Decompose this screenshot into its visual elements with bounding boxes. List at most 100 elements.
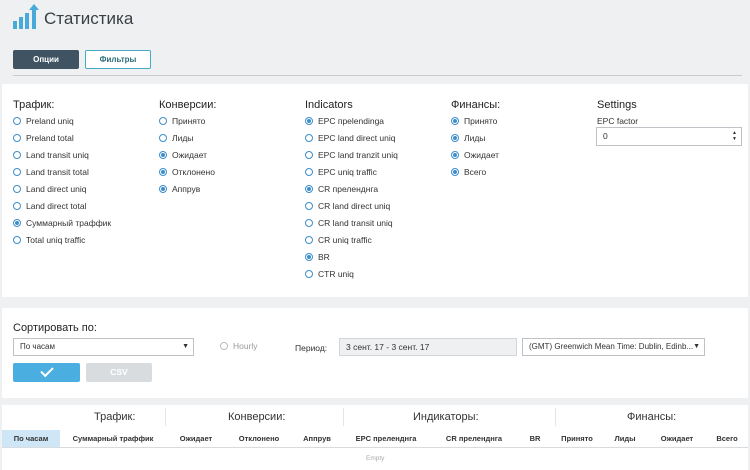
radio-icon: [305, 134, 313, 142]
conversions-option-label: Аппрув: [172, 184, 201, 194]
indicators-option-label: EPC преlendinga: [318, 116, 385, 126]
indicators-option[interactable]: CR land direct uniq: [305, 200, 398, 217]
column-header-total-traffic[interactable]: Суммарный траффик: [64, 430, 162, 447]
indicators-option[interactable]: CR uniq traffic: [305, 234, 398, 251]
group-separator: [555, 408, 556, 426]
indicators-option[interactable]: EPC преlendinga: [305, 115, 398, 132]
filters-tab-button[interactable]: Фильтры: [85, 50, 151, 69]
csv-button[interactable]: CSV: [86, 363, 152, 382]
traffic-option[interactable]: Preland total: [13, 132, 111, 149]
finances-option-label: Всего: [464, 167, 487, 177]
radio-icon: [13, 236, 21, 244]
conversions-option[interactable]: Принято: [159, 115, 216, 132]
radio-icon: [305, 236, 313, 244]
group-separator: [165, 408, 166, 426]
conversions-option-label: Принято: [172, 116, 206, 126]
finances-option-label: Ожидает: [464, 150, 500, 160]
hourly-radio[interactable]: Hourly: [220, 341, 258, 351]
period-input[interactable]: 3 сент. 17 - 3 сент. 17: [339, 338, 517, 356]
options-tab-button[interactable]: Опции: [13, 50, 79, 69]
finances-option[interactable]: Лиды: [451, 132, 500, 149]
traffic-option-label: Total uniq traffic: [26, 235, 86, 245]
conversions-option[interactable]: Аппрув: [159, 183, 216, 200]
radio-icon: [159, 134, 167, 142]
indicators-option-label: CR land transit uniq: [318, 218, 393, 228]
column-header-br[interactable]: BR: [521, 430, 549, 447]
table-group-conversions: Конверсии:: [228, 411, 286, 423]
sort-label: Сортировать по:: [13, 322, 97, 334]
traffic-option-label: Land direct uniq: [26, 184, 87, 194]
column-header-by-hour[interactable]: По часам: [2, 430, 60, 447]
indicators-option[interactable]: CR land transit uniq: [305, 217, 398, 234]
sort-select[interactable]: По часам ▼: [13, 338, 194, 356]
page-title: Статистика: [44, 9, 134, 28]
traffic-option[interactable]: Суммарный траффик: [13, 217, 111, 234]
caret-down-icon: ▼: [693, 343, 700, 350]
conversions-option-label: Ожидает: [172, 150, 208, 160]
indicators-group: Indicators EPC преlendinga EPC land direc…: [305, 99, 398, 285]
finances-option-label: Лиды: [464, 133, 486, 143]
traffic-option-label: Land transit total: [26, 167, 89, 177]
indicators-option[interactable]: BR: [305, 251, 398, 268]
radio-icon: [159, 117, 167, 125]
group-separator: [343, 408, 344, 426]
column-header-approve[interactable]: Аппрув: [294, 430, 340, 447]
column-header-leads[interactable]: Лиды: [603, 430, 647, 447]
apply-button[interactable]: [13, 363, 80, 382]
header: Статистика: [0, 0, 750, 40]
indicators-option-label: CR land direct uniq: [318, 201, 391, 211]
spinner-arrows-icon[interactable]: ▲ ▼: [731, 130, 738, 143]
indicators-option[interactable]: CR преленднга: [305, 183, 398, 200]
indicators-option[interactable]: CTR uniq: [305, 268, 398, 285]
radio-icon: [305, 151, 313, 159]
radio-icon: [13, 168, 21, 176]
hourly-label: Hourly: [233, 341, 258, 351]
settings-group: Settings: [597, 99, 637, 115]
traffic-option[interactable]: Total uniq traffic: [13, 234, 111, 251]
column-header-cr-preland[interactable]: CR преленднга: [431, 430, 517, 447]
epc-factor-input[interactable]: 0 ▲ ▼: [596, 127, 742, 146]
indicators-option[interactable]: EPC land direct uniq: [305, 132, 398, 149]
traffic-option-label: Land direct total: [26, 201, 87, 211]
conversions-option-label: Лиды: [172, 133, 194, 143]
radio-icon: [220, 342, 228, 350]
indicators-group-title: Indicators: [305, 99, 353, 111]
traffic-option-label: Preland uniq: [26, 116, 74, 126]
finances-option[interactable]: Всего: [451, 166, 500, 183]
timezone-select[interactable]: (GMT) Greenwich Mean Time: Dublin, Edinb…: [522, 338, 705, 356]
traffic-option[interactable]: Land direct uniq: [13, 183, 111, 200]
settings-group-title: Settings: [597, 99, 637, 111]
indicators-option[interactable]: EPC land tranzit uniq: [305, 149, 398, 166]
column-header-pending[interactable]: Ожидает: [168, 430, 224, 447]
conversions-option[interactable]: Отклонено: [159, 166, 216, 183]
table-group-finances: Финансы:: [627, 411, 677, 423]
checkmark-icon: [40, 363, 54, 378]
radio-icon: [13, 117, 21, 125]
finances-option-label: Принято: [464, 116, 498, 126]
table-header-divider: [2, 447, 748, 448]
bar-chart-up-arrow-icon: [13, 4, 39, 29]
indicators-option-label: CR преленднга: [318, 184, 379, 194]
indicators-option[interactable]: EPC uniq traffic: [305, 166, 398, 183]
column-header-rejected[interactable]: Отклонено: [228, 430, 290, 447]
period-label: Период:: [295, 343, 328, 353]
conversions-option-label: Отклонено: [172, 167, 215, 177]
traffic-option[interactable]: Preland uniq: [13, 115, 111, 132]
radio-checked-icon: [305, 185, 313, 193]
column-header-epc-preland[interactable]: EPC преленднга: [345, 430, 427, 447]
traffic-option-label: Preland total: [26, 133, 74, 143]
column-header-accepted[interactable]: Принято: [555, 430, 599, 447]
column-header-pending-fin[interactable]: Ожидает: [651, 430, 703, 447]
conversions-option[interactable]: Лиды: [159, 132, 216, 149]
finances-option[interactable]: Принято: [451, 115, 500, 132]
radio-checked-icon: [159, 185, 167, 193]
finances-option[interactable]: Ожидает: [451, 149, 500, 166]
traffic-option[interactable]: Land transit total: [13, 166, 111, 183]
conversions-group-title: Конверсии:: [159, 99, 217, 111]
conversions-option[interactable]: Ожидает: [159, 149, 216, 166]
traffic-option[interactable]: Land direct total: [13, 200, 111, 217]
traffic-group: Трафик: Preland uniq Preland total Land tr…: [13, 99, 111, 251]
radio-checked-icon: [159, 168, 167, 176]
traffic-option[interactable]: Land transit uniq: [13, 149, 111, 166]
column-header-total[interactable]: Всего: [707, 430, 747, 447]
